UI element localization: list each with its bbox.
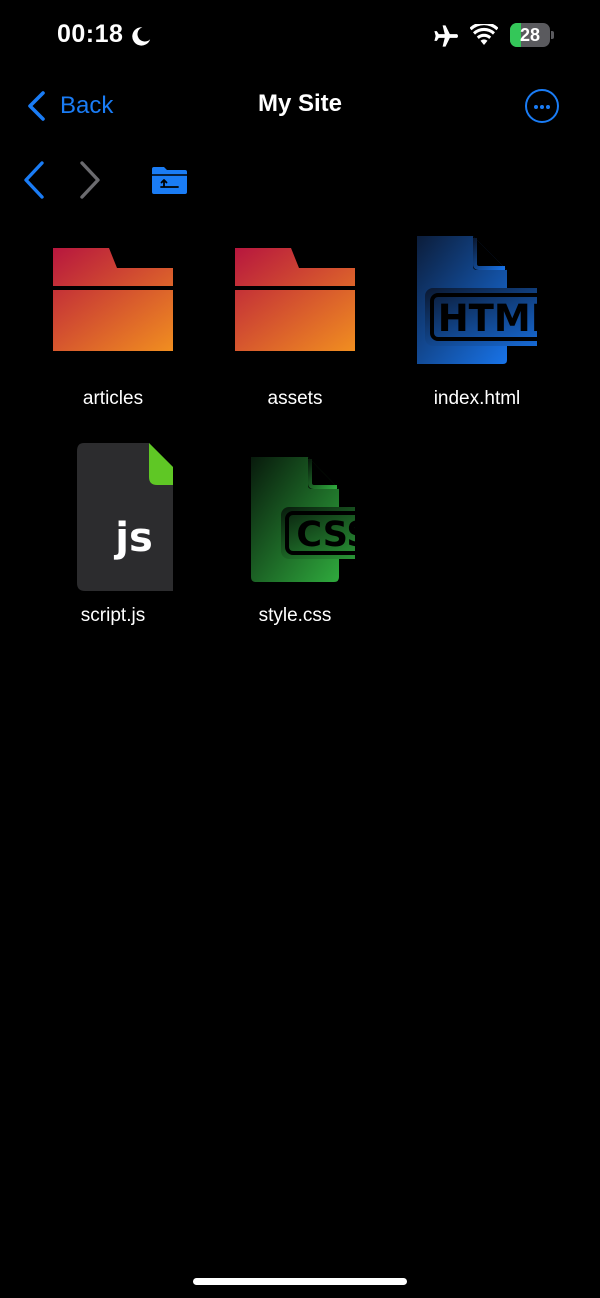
folder-icon: [53, 248, 173, 351]
chevron-left-icon: [28, 91, 45, 121]
ellipsis-circle-icon: [534, 105, 538, 109]
folder-icon: [235, 248, 355, 351]
file-item-style-css[interactable]: CSS style.css: [215, 443, 375, 633]
css-file-icon: CSS: [251, 457, 355, 582]
svg-text:HTML: HTML: [438, 297, 537, 340]
home-indicator[interactable]: [193, 1278, 407, 1285]
moon-icon: [132, 27, 151, 46]
more-options-button[interactable]: [525, 89, 559, 123]
airplane-icon: [434, 25, 459, 47]
js-badge: js: [113, 515, 153, 561]
file-item-assets[interactable]: assets: [215, 236, 375, 426]
file-name: style.css: [258, 605, 332, 626]
back-button[interactable]: Back: [26, 86, 113, 126]
battery-level: 28: [519, 25, 541, 45]
wifi-icon: [470, 24, 498, 45]
enclosing-folder-button[interactable]: [151, 165, 188, 195]
svg-text:CSS: CSS: [296, 515, 355, 555]
file-name: assets: [267, 388, 323, 409]
file-name: index.html: [433, 388, 521, 409]
file-name: script.js: [80, 605, 146, 626]
history-back-button[interactable]: [22, 160, 46, 200]
file-item-script-js[interactable]: js script.js: [33, 443, 193, 633]
js-file-icon: js: [77, 443, 173, 591]
status-time: 00:18: [57, 20, 124, 48]
history-forward-button[interactable]: [78, 160, 102, 200]
html-file-icon: HTML: [417, 236, 537, 364]
file-name: articles: [82, 388, 144, 409]
status-bar: 00:18 28: [0, 0, 600, 72]
file-item-articles[interactable]: articles: [33, 236, 193, 426]
back-label: Back: [60, 92, 114, 119]
battery-icon: 28: [510, 23, 554, 47]
file-item-index-html[interactable]: HTML index.html: [397, 236, 557, 426]
